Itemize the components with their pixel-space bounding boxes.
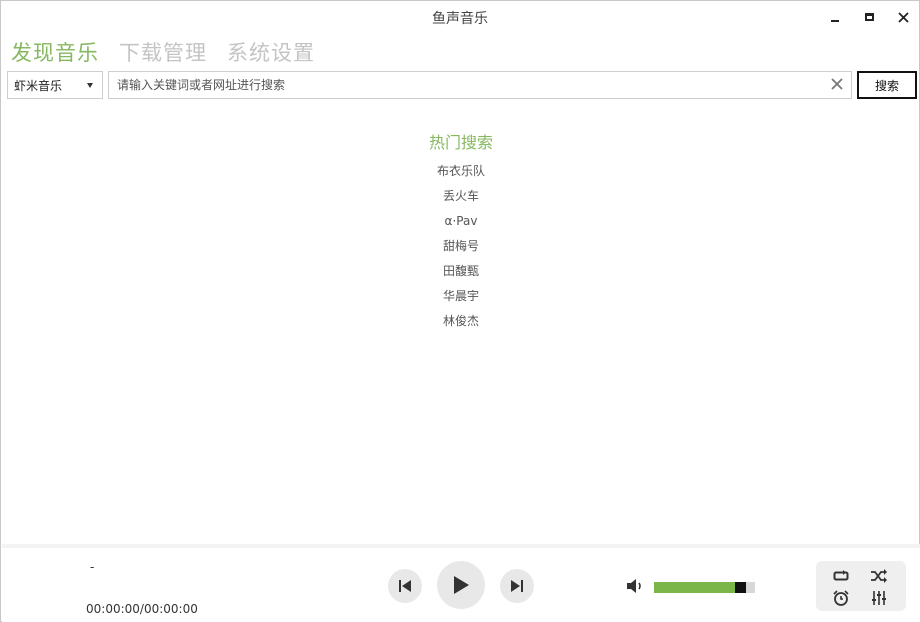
repeat-icon [833,570,849,581]
minimize-button[interactable] [824,7,846,27]
previous-button[interactable] [388,569,422,603]
maximize-button[interactable] [858,7,880,27]
maximize-icon [864,13,874,21]
hot-search-title: 热门搜索 [428,133,493,152]
shuffle-icon [871,569,887,583]
minimize-icon [831,20,839,22]
tab-discover-music[interactable]: 发现音乐 [11,37,99,67]
playback-mode-panel [816,561,906,611]
next-icon [511,580,523,592]
tab-system-settings[interactable]: 系统设置 [227,37,315,67]
playback-time: 00:00:00/00:00:00 [86,602,198,616]
equalizer-button[interactable] [868,589,890,607]
equalizer-icon [872,591,886,605]
hot-search-item[interactable]: 华晨宇 [1,286,920,311]
hot-search-item[interactable]: 林俊杰 [1,311,920,336]
hot-search-item[interactable]: 丢火车 [1,186,920,211]
window-title: 鱼声音乐 [432,11,488,27]
play-button[interactable] [437,561,485,609]
close-icon [897,11,909,23]
now-playing-title: - [90,560,95,574]
clear-icon [831,78,843,90]
sleep-timer-button[interactable] [830,589,852,607]
hot-search-item[interactable]: 田馥甄 [1,261,920,286]
player-bar: - 00:00:00/00:00:00 [2,544,920,622]
search-button[interactable]: 搜索 [857,71,917,99]
volume-icon[interactable] [625,576,645,596]
clear-search-button[interactable] [827,74,847,96]
search-input[interactable] [109,72,824,98]
next-button[interactable] [500,569,534,603]
tab-download-manager[interactable]: 下载管理 [119,37,207,67]
hot-search-item[interactable]: 布衣乐队 [1,161,920,186]
close-button[interactable] [892,7,914,27]
volume-level [654,582,736,593]
title-bar: 鱼声音乐 [1,1,919,33]
play-icon [454,576,469,594]
hot-search-item[interactable]: 甜梅号 [1,236,920,261]
dropdown-arrow-icon [87,83,93,88]
repeat-button[interactable] [830,567,852,585]
app-window: 鱼声音乐 发现音乐 下载管理 系统设置 虾米音乐 搜索 热门搜索 布衣乐队 丢火… [0,0,920,622]
music-source-value: 虾米音乐 [14,78,63,93]
hot-search-item[interactable]: α·Pav [1,211,920,236]
previous-icon [399,580,411,592]
hot-search-list: 布衣乐队 丢火车 α·Pav 甜梅号 田馥甄 华晨宇 林俊杰 [1,161,920,336]
volume-slider[interactable] [654,582,755,593]
timer-icon [833,590,849,606]
volume-handle[interactable] [735,582,746,593]
main-nav: 发现音乐 下载管理 系统设置 [11,37,315,67]
shuffle-button[interactable] [868,567,890,585]
music-source-select[interactable]: 虾米音乐 [7,71,103,99]
search-box [108,71,852,99]
